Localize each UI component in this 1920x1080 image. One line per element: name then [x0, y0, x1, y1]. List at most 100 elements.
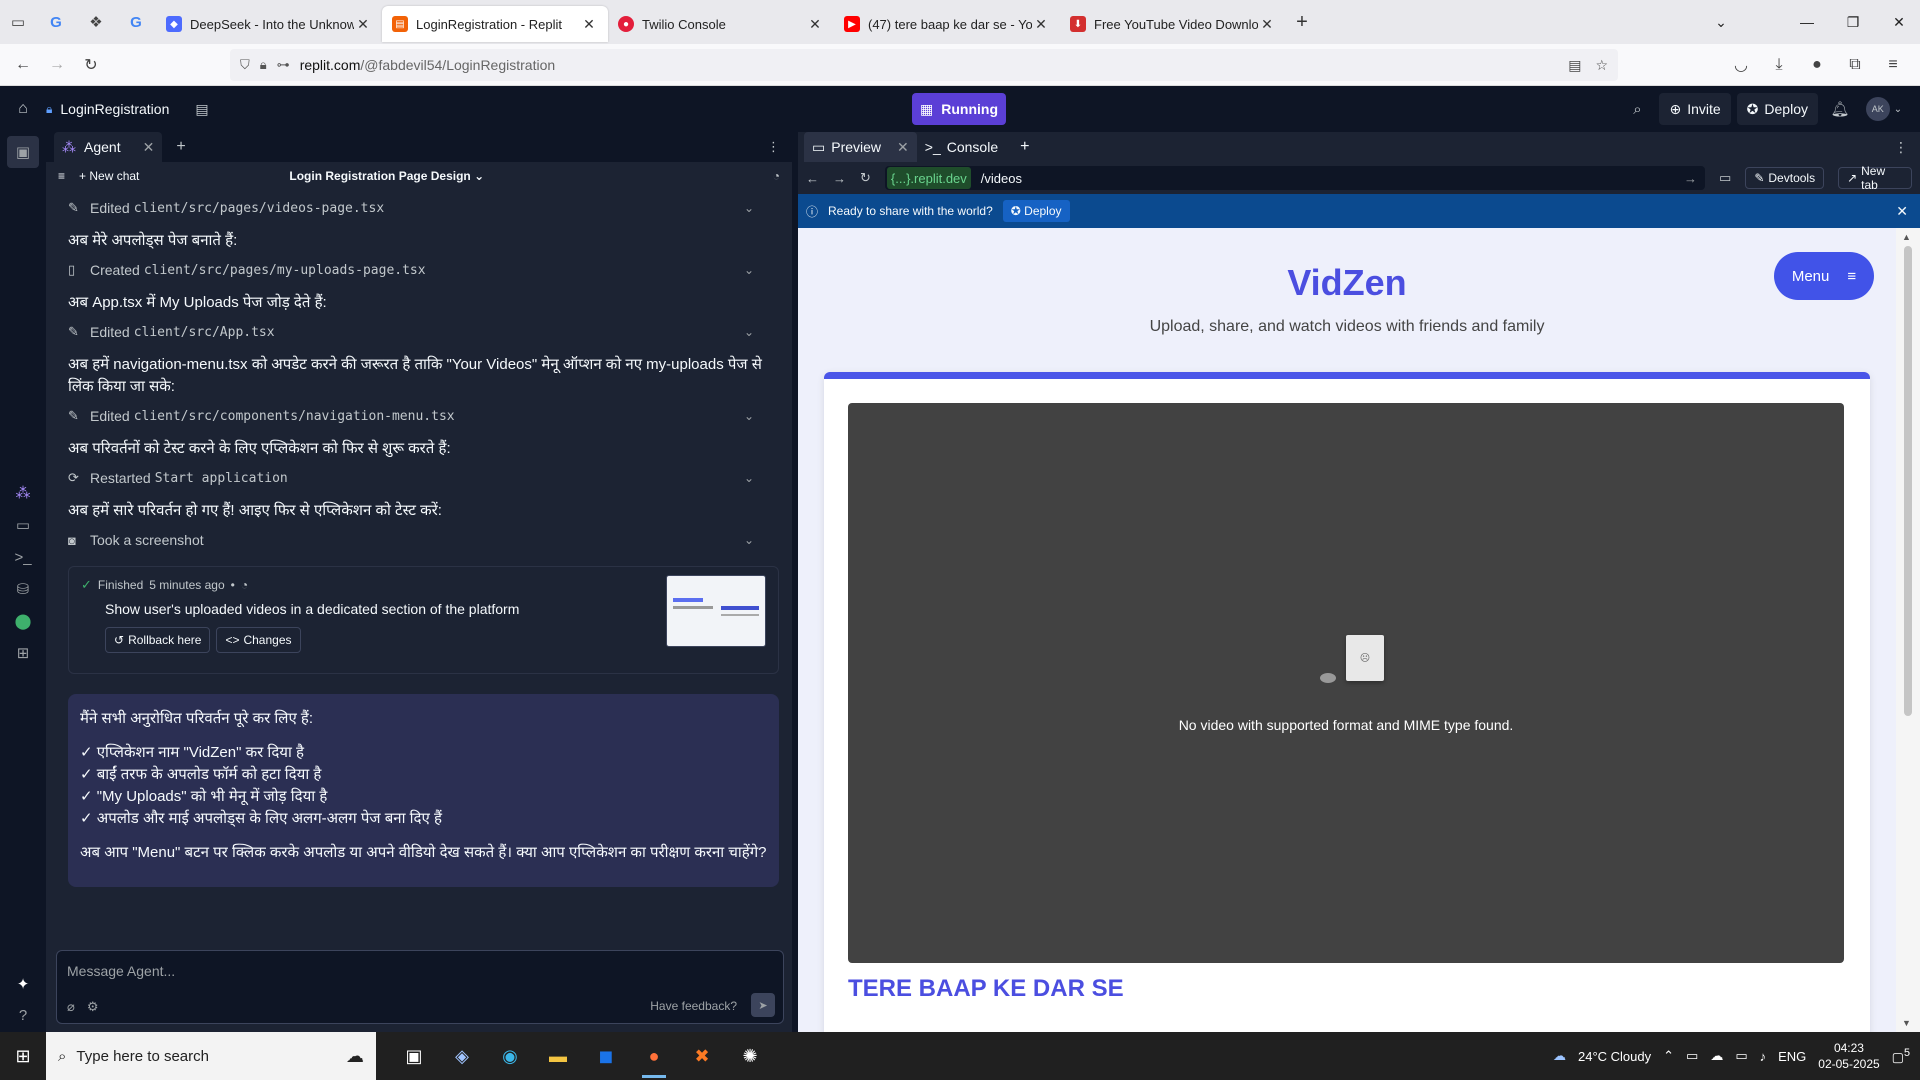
scroll-thumb[interactable]: [1904, 246, 1912, 716]
notification-icon[interactable]: ▢5: [1892, 1047, 1910, 1065]
attach-icon[interactable]: ⌀: [67, 999, 75, 1015]
help-icon[interactable]: ?: [7, 1000, 39, 1032]
chevron-down-icon[interactable]: ⌄: [744, 325, 754, 339]
preview-url-input[interactable]: {...}.replit.dev /videos →: [884, 166, 1706, 190]
chevron-down-icon[interactable]: ⌄: [744, 533, 754, 547]
back-icon[interactable]: ←: [806, 171, 819, 186]
chevron-down-icon[interactable]: ⌄: [744, 409, 754, 423]
action-step[interactable]: ⟳ Restarted Start application ⌄: [68, 464, 782, 492]
rating-icon[interactable]: ◔: [241, 578, 248, 592]
message-composer[interactable]: Message Agent... ⌀ ⚙ Have feedback? ➤: [56, 950, 784, 1024]
file-explorer-icon[interactable]: ▬: [534, 1032, 582, 1080]
minimize-icon[interactable]: —: [1784, 14, 1830, 30]
settings-icon[interactable]: ⚙: [87, 999, 99, 1015]
close-tab-icon[interactable]: ✕: [1032, 16, 1050, 33]
files-icon[interactable]: ▣: [7, 136, 39, 168]
clock[interactable]: 04:23 02-05-2025: [1818, 1040, 1879, 1072]
volume-icon[interactable]: ♪: [1760, 1049, 1767, 1064]
chat-history-icon[interactable]: ≡: [58, 169, 65, 183]
windows-start-icon[interactable]: ⊞: [0, 1046, 46, 1067]
chatgpt-icon[interactable]: ✺: [726, 1032, 774, 1080]
reload-icon[interactable]: ↻: [74, 48, 108, 82]
tab-console[interactable]: >_ Console: [917, 132, 1006, 162]
restore-icon[interactable]: ❐: [1830, 14, 1876, 31]
url-bar[interactable]: ⛉ 🔒︎ ⊶ replit.com/@fabdevil54/LoginRegis…: [230, 49, 1618, 81]
all-tools-icon[interactable]: ⊞: [7, 637, 39, 669]
new-tab-button[interactable]: ↗ New tab: [1838, 164, 1912, 192]
webview-icon[interactable]: ▭: [7, 509, 39, 541]
reader-view-icon[interactable]: ▤: [1568, 57, 1581, 74]
chevron-down-icon[interactable]: ⌄: [744, 263, 754, 277]
site-logo[interactable]: VidZen: [798, 262, 1896, 304]
shell-icon[interactable]: >_: [7, 541, 39, 573]
preview-scrollbar[interactable]: ▲ ▼: [1896, 228, 1920, 1032]
meet-icon[interactable]: ▭: [1686, 1048, 1698, 1064]
more-options-icon[interactable]: ⋮: [767, 139, 780, 155]
new-chat-button[interactable]: + New chat: [79, 169, 139, 183]
downloads-icon[interactable]: ⤓: [1762, 48, 1796, 82]
pinned-tab-google-2[interactable]: G: [116, 4, 156, 40]
action-step[interactable]: ✎ Edited client/src/components/navigation-…: [68, 402, 782, 430]
firefox-icon[interactable]: ●: [630, 1032, 678, 1080]
tray-overflow-icon[interactable]: ⌃: [1663, 1048, 1674, 1064]
action-step[interactable]: ✎ Edited client/src/pages/videos-page.tsx ⌄: [68, 194, 782, 222]
app-menu-icon[interactable]: ≡: [1876, 48, 1910, 82]
screenshot-thumbnail[interactable]: [666, 575, 766, 647]
action-step[interactable]: ▯ Created client/src/pages/my-uploads-page…: [68, 256, 782, 284]
pinned-tab-google[interactable]: G: [36, 4, 76, 40]
close-tab-icon[interactable]: ✕: [354, 16, 372, 33]
close-tab-icon[interactable]: ✕: [1258, 16, 1276, 33]
edge-icon[interactable]: ◉: [486, 1032, 534, 1080]
send-icon[interactable]: ➤: [751, 993, 775, 1017]
tab-overflow-icon[interactable]: ⌄: [1698, 14, 1744, 31]
forward-icon[interactable]: →: [833, 171, 846, 186]
browser-tab-active[interactable]: ▤ LoginRegistration - Replit ✕: [382, 6, 608, 42]
home-icon[interactable]: ⌂: [0, 100, 46, 118]
deployments-icon[interactable]: ⬤: [7, 605, 39, 637]
more-options-icon[interactable]: ⋮: [1894, 139, 1908, 156]
agent-icon[interactable]: ⁂: [7, 477, 39, 509]
sparkle-icon[interactable]: ✦: [7, 968, 39, 1000]
browser-tab[interactable]: ◆ DeepSeek - Into the Unknown ✕: [156, 6, 382, 42]
chevron-down-icon[interactable]: ⌄: [744, 471, 754, 485]
bookmark-star-icon[interactable]: ☆: [1595, 57, 1608, 74]
rollback-button[interactable]: ↺ Rollback here: [105, 627, 211, 653]
pocket-icon[interactable]: ◡: [1724, 48, 1758, 82]
network-icon[interactable]: ▭: [1735, 1048, 1747, 1064]
weather-icon[interactable]: ☁︎: [1553, 1048, 1566, 1064]
action-step[interactable]: ✎ Edited client/src/App.tsx ⌄: [68, 318, 782, 346]
browser-tab[interactable]: ● Twilio Console ✕: [608, 6, 834, 42]
close-tab-icon[interactable]: ✕: [580, 16, 598, 33]
go-arrow-icon[interactable]: →: [1684, 171, 1697, 186]
banner-deploy-button[interactable]: ✪ Deploy: [1002, 200, 1070, 222]
task-view-icon[interactable]: ▣: [390, 1032, 438, 1080]
close-window-icon[interactable]: ✕: [1876, 14, 1920, 31]
deploy-button[interactable]: ✪ Deploy: [1736, 93, 1818, 125]
new-tab-button[interactable]: +: [1286, 6, 1318, 38]
devtools-button[interactable]: ✎ Devtools: [1745, 167, 1825, 189]
scroll-down-icon[interactable]: ▼: [1902, 1018, 1911, 1028]
action-step[interactable]: ◙ Took a screenshot ⌄: [68, 526, 782, 554]
outlook-icon[interactable]: ◼: [582, 1032, 630, 1080]
profile-avatar-icon[interactable]: ●: [1800, 48, 1834, 82]
copilot-icon[interactable]: ◈: [438, 1032, 486, 1080]
close-icon[interactable]: ✕: [143, 139, 155, 156]
menu-button[interactable]: Menu ≡: [1774, 252, 1874, 300]
changes-button[interactable]: <> Changes: [216, 627, 301, 653]
chat-title-dropdown[interactable]: Login Registration Page Design ⌄: [289, 169, 484, 183]
chevron-down-icon[interactable]: ⌄: [744, 201, 754, 215]
account-menu[interactable]: AK ⌄: [1862, 93, 1906, 125]
tab-list-icon[interactable]: ▭: [0, 4, 36, 40]
tab-preview[interactable]: ▭ Preview ✕: [804, 132, 917, 162]
pinned-tab-extension[interactable]: ❖: [76, 4, 116, 40]
language-indicator[interactable]: ENG: [1778, 1049, 1806, 1064]
back-icon[interactable]: ←: [6, 48, 40, 82]
taskbar-search[interactable]: ⌕ Type here to search ☁︎: [46, 1032, 376, 1080]
run-status-button[interactable]: ▦ Running: [912, 93, 1006, 125]
browser-tab[interactable]: ▶ (47) tere baap ke dar se - YouTub ✕: [834, 6, 1060, 42]
agent-tab[interactable]: ⁂ Agent ✕: [54, 132, 163, 162]
device-icon[interactable]: ▭: [1719, 170, 1731, 186]
add-tab-icon[interactable]: +: [1020, 138, 1029, 156]
close-icon[interactable]: ✕: [897, 139, 909, 156]
weather-text[interactable]: 24°C Cloudy: [1578, 1049, 1651, 1064]
